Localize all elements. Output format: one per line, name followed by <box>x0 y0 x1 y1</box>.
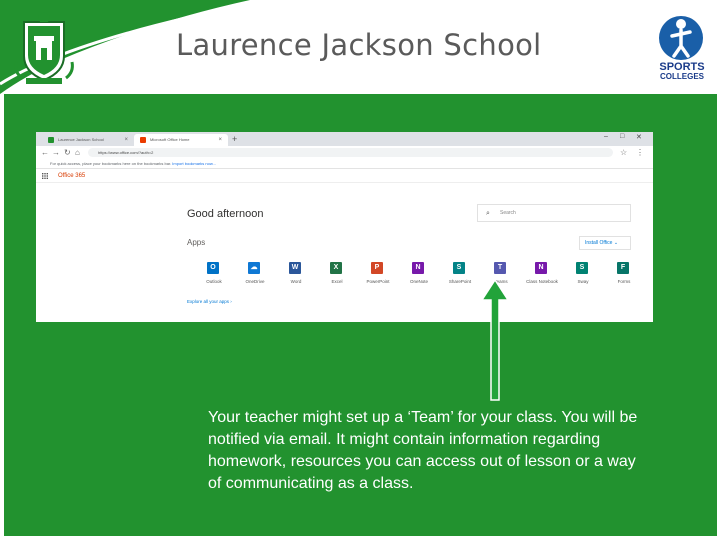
teams-icon: T <box>494 262 506 274</box>
sports-college-label: SPORTS COLLEGES <box>656 62 708 82</box>
address-toolbar: ← → ↻ ⌂ https://www.office.com/?auth=2 ☆… <box>36 146 653 159</box>
class-notebook-icon: N <box>535 262 547 274</box>
install-office-label: Install Office <box>585 240 613 246</box>
import-bookmarks-link[interactable]: Import bookmarks now... <box>172 161 216 166</box>
browser-tab-school[interactable]: Laurence Jackson School × <box>42 134 134 146</box>
app-tile-word[interactable]: W Word <box>276 260 316 290</box>
onenote-icon: N <box>412 262 424 274</box>
sports-line: SPORTS <box>659 61 705 73</box>
office-app-list: O Outlook ☁ OneDrive W Word X Excel P PowerPoint N… <box>194 260 653 290</box>
back-icon[interactable]: ← <box>41 148 49 157</box>
home-icon[interactable]: ⌂ <box>75 148 80 157</box>
powerpoint-icon: P <box>371 262 383 274</box>
close-tab-icon[interactable]: × <box>218 134 222 146</box>
explore-apps-link[interactable]: Explore all your apps › <box>187 299 232 304</box>
address-bar[interactable]: https://www.office.com/?auth=2 <box>88 148 613 157</box>
app-name: Class Notebook <box>526 279 558 284</box>
search-placeholder: Search <box>500 210 516 216</box>
word-icon: W <box>289 262 301 274</box>
app-tile-sharepoint[interactable]: S SharePoint <box>440 260 480 290</box>
minimize-icon[interactable]: – <box>604 133 608 140</box>
bookmark-star-icon[interactable]: ☆ <box>620 148 627 157</box>
school-favicon <box>48 137 54 143</box>
onedrive-icon: ☁ <box>248 262 260 274</box>
install-office-button[interactable]: Install Office ⌄ <box>579 236 631 250</box>
forward-icon[interactable]: → <box>52 148 60 157</box>
sharepoint-icon: S <box>453 262 465 274</box>
tab-label: Laurence Jackson School <box>58 137 104 142</box>
chevron-down-icon: ⌄ <box>613 240 619 246</box>
app-tile-class-notebook[interactable]: N Class Notebook <box>522 260 562 290</box>
app-tile-onedrive[interactable]: ☁ OneDrive <box>235 260 275 290</box>
app-name: Excel <box>331 279 343 284</box>
close-tab-icon[interactable]: × <box>124 134 128 146</box>
app-name: SharePoint <box>448 279 472 284</box>
office-365-brand[interactable]: Office 365 <box>58 170 85 182</box>
new-tab-icon[interactable]: + <box>232 132 237 146</box>
app-tile-powerpoint[interactable]: P PowerPoint <box>358 260 398 290</box>
window-close-icon[interactable]: ✕ <box>636 133 642 141</box>
greeting-heading: Good afternoon <box>187 208 264 220</box>
office-suite-bar: Office 365 <box>36 170 653 183</box>
slide-header: Laurence Jackson School SPORTS COLLEGES <box>0 0 720 94</box>
apps-heading: Apps <box>187 238 206 247</box>
app-launcher-icon[interactable] <box>42 173 48 179</box>
explore-apps-label: Explore all your apps <box>187 299 230 304</box>
reload-icon[interactable]: ↻ <box>64 148 71 157</box>
search-icon: ⌕ <box>486 210 490 217</box>
sway-icon: S <box>576 262 588 274</box>
forms-icon: F <box>617 262 629 274</box>
office-search-box[interactable]: ⌕ Search <box>477 204 631 222</box>
app-name: OneDrive <box>245 279 265 284</box>
browser-tab-bar: Laurence Jackson School × Microsoft Offi… <box>36 132 653 146</box>
chevron-right-icon: › <box>230 299 232 304</box>
arrow-to-teams-icon <box>480 278 510 401</box>
tab-label: Microsoft Office Home <box>150 137 190 142</box>
instruction-caption: Your teacher might set up a ‘Team’ for y… <box>208 409 638 492</box>
app-name: Outlook <box>206 279 222 284</box>
maximize-icon[interactable]: □ <box>620 133 624 140</box>
excel-icon: X <box>330 262 342 274</box>
outlook-icon: O <box>207 262 219 274</box>
app-tile-sway[interactable]: S Sway <box>563 260 603 290</box>
bookmarks-hint: For quick access, place your bookmarks h… <box>50 161 172 166</box>
school-crest-logo <box>14 12 74 84</box>
app-tile-excel[interactable]: X Excel <box>317 260 357 290</box>
app-tile-forms[interactable]: F Forms <box>604 260 644 290</box>
app-name: PowerPoint <box>366 279 390 284</box>
colleges-line: COLLEGES <box>659 72 704 81</box>
app-name: Sway <box>577 279 589 284</box>
app-name: Forms <box>617 279 631 284</box>
school-name-title: Laurence Jackson School <box>176 28 542 62</box>
app-name: Word <box>290 279 302 284</box>
app-tile-onenote[interactable]: N OneNote <box>399 260 439 290</box>
office-browser-screenshot: Laurence Jackson School × Microsoft Offi… <box>36 132 653 322</box>
app-name: OneNote <box>409 279 428 284</box>
bookmarks-bar: For quick access, place your bookmarks h… <box>36 159 653 169</box>
app-tile-outlook[interactable]: O Outlook <box>194 260 234 290</box>
browser-tab-office[interactable]: Microsoft Office Home × <box>134 134 228 146</box>
browser-menu-icon[interactable]: ⋮ <box>636 148 644 157</box>
office-favicon <box>140 137 146 143</box>
